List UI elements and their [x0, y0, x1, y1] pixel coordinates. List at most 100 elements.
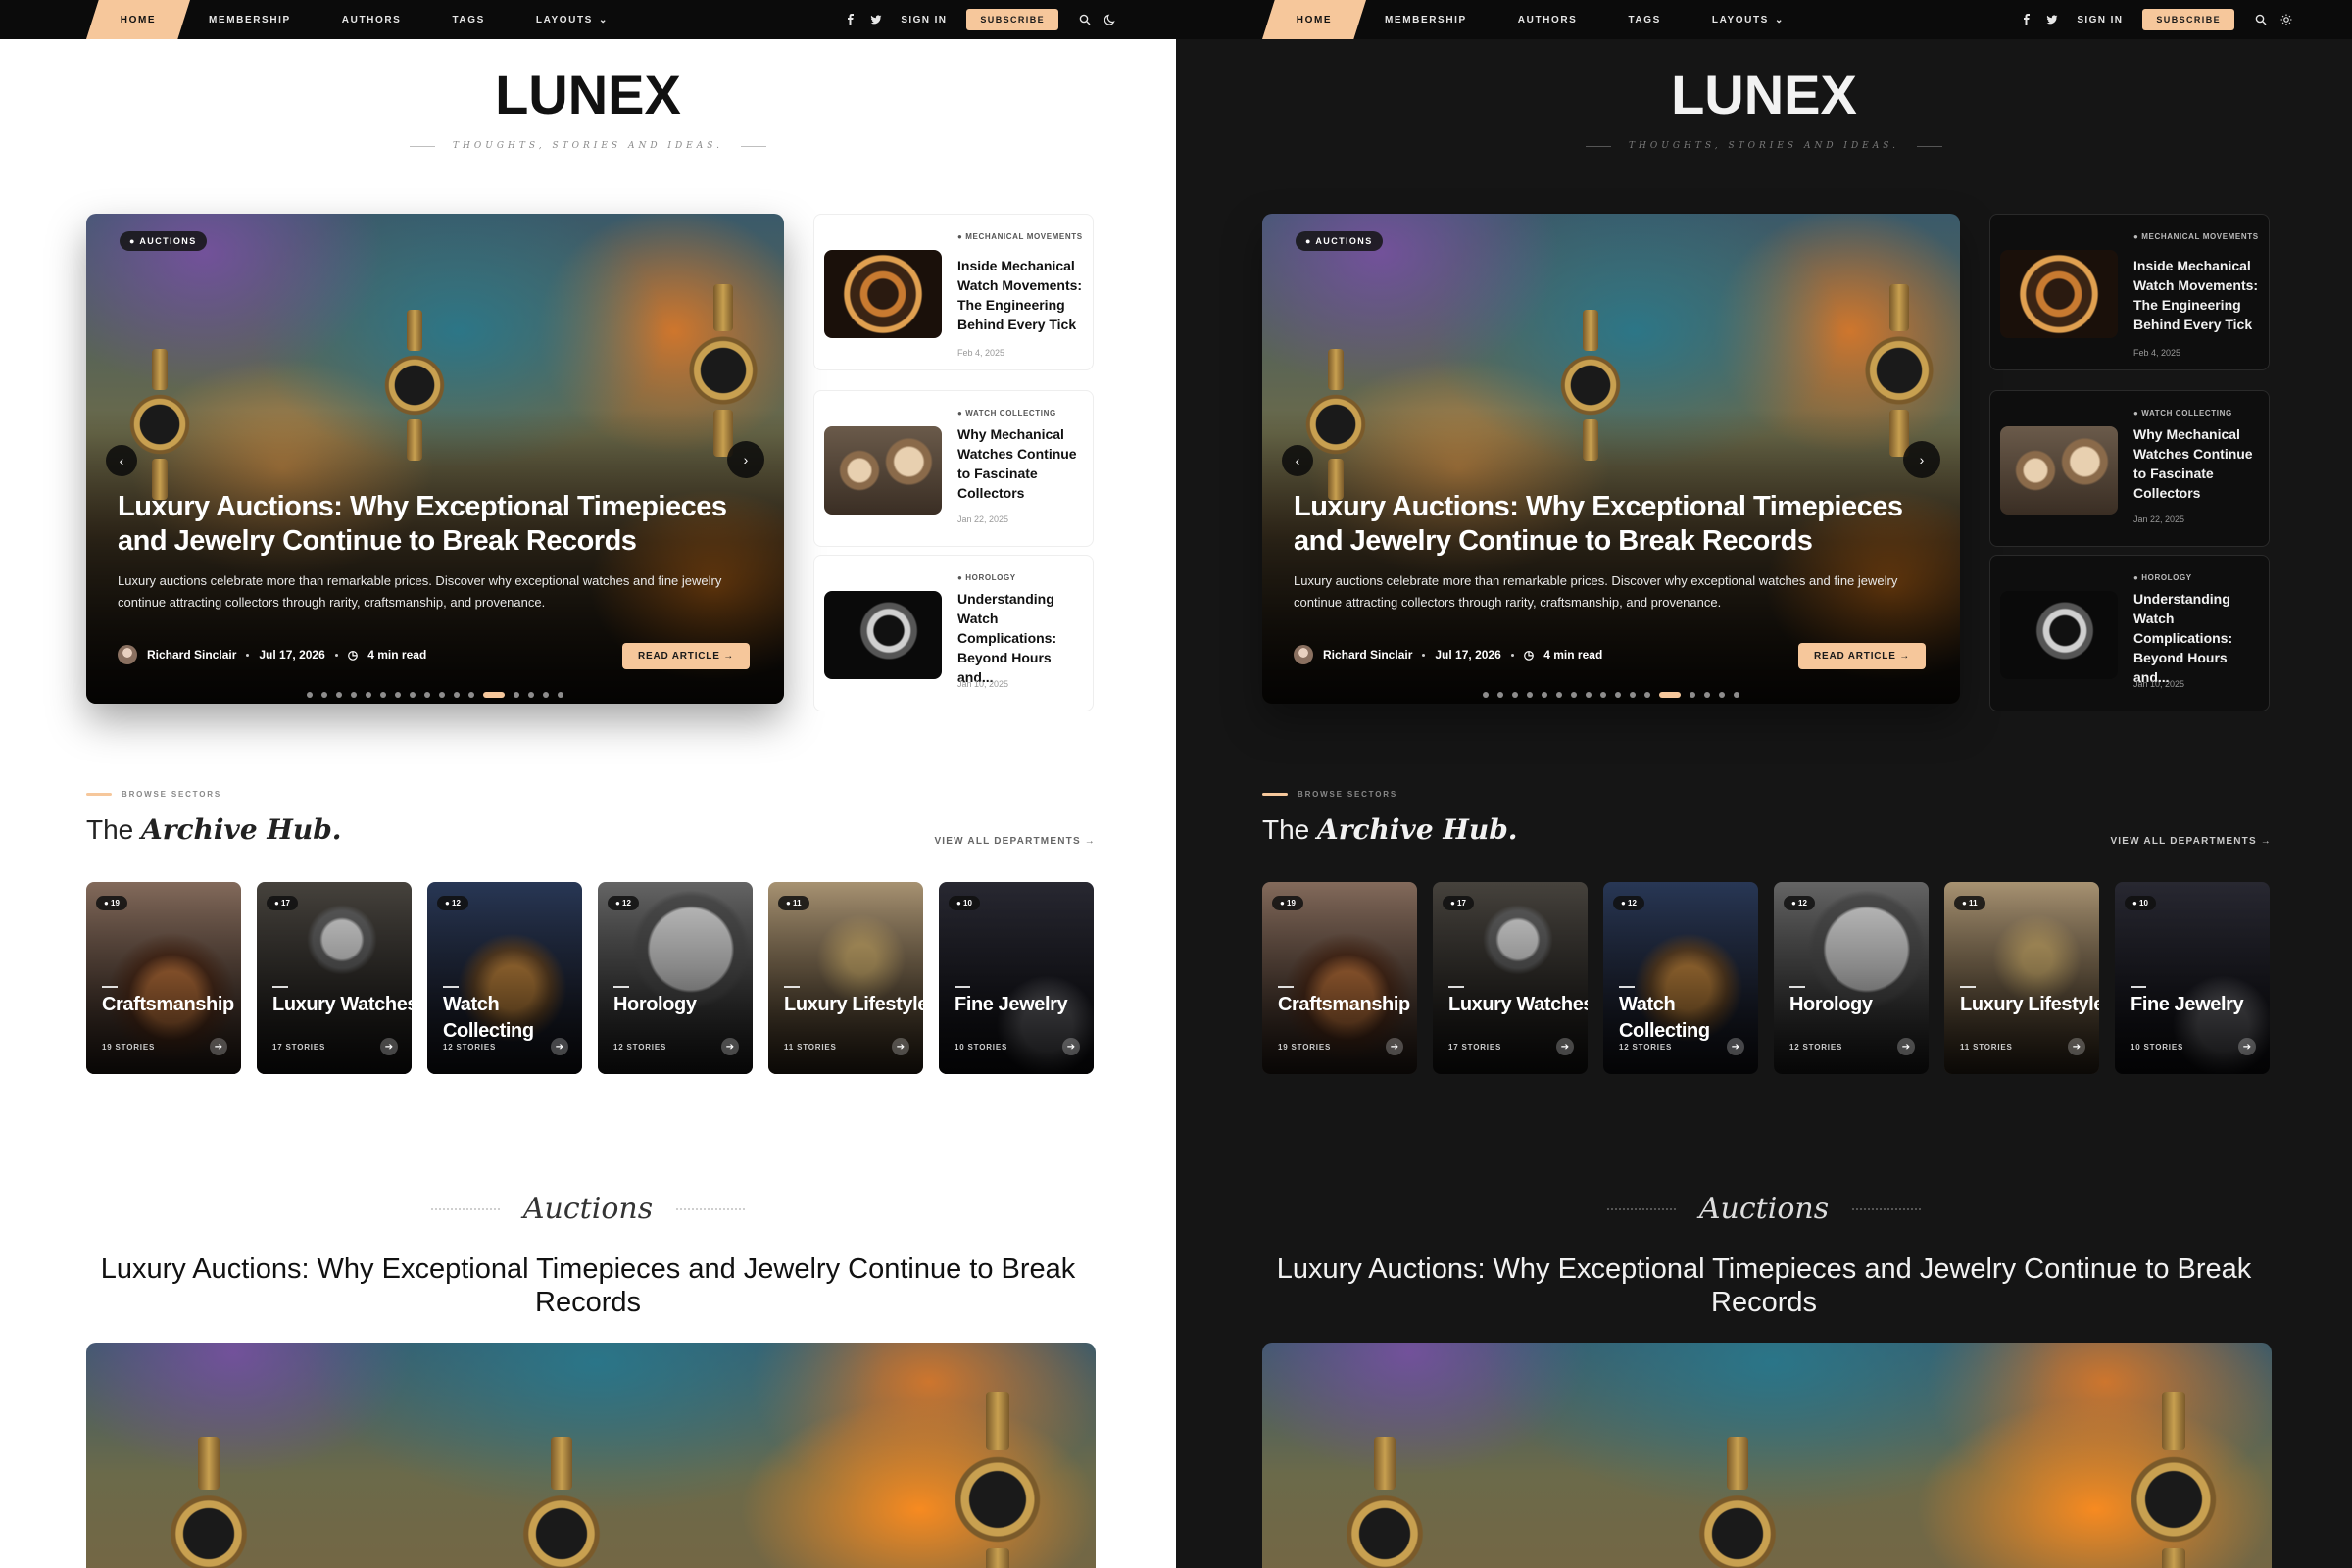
slider-dot[interactable] [366, 692, 371, 698]
slider-dot[interactable] [1600, 692, 1606, 698]
search-icon[interactable] [1078, 13, 1092, 26]
hero-slider[interactable]: ● AUCTIONS ‹ › Luxury Auctions: Why Exce… [1262, 214, 1960, 704]
category-tile[interactable]: ● 12 Watch Collecting 12 STORIES ➔ [427, 882, 582, 1074]
nav-layouts[interactable]: LAYOUTS ⌄ [536, 15, 609, 25]
hero-title[interactable]: Luxury Auctions: Why Exceptional Timepie… [118, 490, 764, 559]
nav-membership[interactable]: MEMBERSHIP [1385, 15, 1467, 25]
read-article-button[interactable]: READ ARTICLE → [622, 643, 751, 669]
featured-post-title[interactable]: Luxury Auctions: Why Exceptional Timepie… [1274, 1252, 2254, 1319]
slider-dot[interactable] [424, 692, 430, 698]
side-post-card[interactable]: ● HOROLOGY Understanding Watch Complicat… [1989, 555, 2270, 711]
subscribe-button[interactable]: SUBSCRIBE [966, 9, 1058, 30]
hero-author[interactable]: Richard Sinclair [1323, 648, 1412, 662]
slider-dot[interactable] [1704, 692, 1710, 698]
slider-dot[interactable] [395, 692, 401, 698]
subscribe-button[interactable]: SUBSCRIBE [2142, 9, 2234, 30]
slider-dot[interactable] [1586, 692, 1592, 698]
nav-authors[interactable]: AUTHORS [342, 15, 402, 25]
prev-slide-button[interactable]: ‹ [1282, 445, 1313, 476]
post-title[interactable]: Understanding Watch Complications: Beyon… [2133, 589, 2263, 687]
slider-dot[interactable] [439, 692, 445, 698]
side-post-card[interactable]: ● HOROLOGY Understanding Watch Complicat… [813, 555, 1094, 711]
nav-home[interactable]: HOME [86, 0, 190, 39]
slider-dot[interactable] [1659, 692, 1681, 698]
slider-dot[interactable] [543, 692, 549, 698]
tile-name[interactable]: Luxury Watches [272, 992, 412, 1018]
post-thumbnail[interactable] [2000, 250, 2118, 338]
post-title[interactable]: Why Mechanical Watches Continue to Fasci… [2133, 424, 2263, 503]
avatar[interactable] [118, 645, 137, 664]
arrow-right-icon[interactable]: ➔ [210, 1038, 227, 1055]
category-tile[interactable]: ● 10 Fine Jewelry 10 STORIES ➔ [2115, 882, 2270, 1074]
side-post-card[interactable]: ● WATCH COLLECTING Why Mechanical Watche… [813, 390, 1094, 547]
hero-author[interactable]: Richard Sinclair [147, 648, 236, 662]
arrow-right-icon[interactable]: ➔ [1897, 1038, 1915, 1055]
tile-name[interactable]: Fine Jewelry [2131, 992, 2270, 1018]
slider-dot[interactable] [514, 692, 519, 698]
slider-dot[interactable] [351, 692, 357, 698]
nav-tags[interactable]: TAGS [1628, 15, 1660, 25]
post-thumbnail[interactable] [2000, 591, 2118, 679]
slider-dot[interactable] [1483, 692, 1489, 698]
category-tile[interactable]: ● 11 Luxury Lifestyle 11 STORIES ➔ [1944, 882, 2099, 1074]
category-tile[interactable]: ● 11 Luxury Lifestyle 11 STORIES ➔ [768, 882, 923, 1074]
facebook-icon[interactable] [2020, 13, 2034, 26]
nav-authors[interactable]: AUTHORS [1518, 15, 1578, 25]
category-tile[interactable]: ● 12 Horology 12 STORIES ➔ [598, 882, 753, 1074]
post-category[interactable]: ● HOROLOGY [2133, 573, 2261, 583]
site-logo[interactable]: LUNEX [0, 63, 1176, 126]
read-article-button[interactable]: READ ARTICLE → [1798, 643, 1927, 669]
category-tile[interactable]: ● 19 Craftsmanship 19 STORIES ➔ [86, 882, 241, 1074]
post-category[interactable]: ● MECHANICAL MOVEMENTS [957, 232, 1085, 242]
next-slide-button[interactable]: › [1903, 441, 1940, 478]
view-all-departments-link[interactable]: VIEW ALL DEPARTMENTS → [934, 836, 1096, 847]
tile-name[interactable]: Watch Collecting [443, 992, 582, 1045]
arrow-right-icon[interactable]: ➔ [1386, 1038, 1403, 1055]
tile-name[interactable]: Craftsmanship [102, 992, 241, 1018]
slider-dot[interactable] [1630, 692, 1636, 698]
post-thumbnail[interactable] [824, 426, 942, 514]
arrow-right-icon[interactable]: ➔ [721, 1038, 739, 1055]
slider-dot[interactable] [454, 692, 460, 698]
nav-home[interactable]: HOME [1262, 0, 1366, 39]
tile-name[interactable]: Luxury Lifestyle [1960, 992, 2099, 1018]
slider-dot[interactable] [307, 692, 313, 698]
post-category[interactable]: ● HOROLOGY [957, 573, 1085, 583]
slider-dot[interactable] [1512, 692, 1518, 698]
category-tile[interactable]: ● 19 Craftsmanship 19 STORIES ➔ [1262, 882, 1417, 1074]
post-title[interactable]: Understanding Watch Complications: Beyon… [957, 589, 1087, 687]
next-slide-button[interactable]: › [727, 441, 764, 478]
slider-dot[interactable] [1497, 692, 1503, 698]
view-all-departments-link[interactable]: VIEW ALL DEPARTMENTS → [2110, 836, 2272, 847]
post-thumbnail[interactable] [824, 591, 942, 679]
sign-in-link[interactable]: SIGN IN [2077, 15, 2123, 25]
post-category[interactable]: ● WATCH COLLECTING [2133, 409, 2261, 418]
slider-dot[interactable] [1690, 692, 1695, 698]
slider-dot[interactable] [528, 692, 534, 698]
slider-dot[interactable] [380, 692, 386, 698]
post-title[interactable]: Inside Mechanical Watch Movements: The E… [2133, 256, 2263, 334]
slider-dot[interactable] [1527, 692, 1533, 698]
arrow-right-icon[interactable]: ➔ [380, 1038, 398, 1055]
tile-name[interactable]: Horology [613, 992, 753, 1018]
tile-name[interactable]: Fine Jewelry [955, 992, 1094, 1018]
hero-slider[interactable]: ● AUCTIONS ‹ › Luxury Auctions: Why Exce… [86, 214, 784, 704]
slider-dot[interactable] [321, 692, 327, 698]
post-title[interactable]: Inside Mechanical Watch Movements: The E… [957, 256, 1087, 334]
site-logo[interactable]: LUNEX [1176, 63, 2352, 126]
post-title[interactable]: Why Mechanical Watches Continue to Fasci… [957, 424, 1087, 503]
slider-dot[interactable] [1734, 692, 1740, 698]
post-category[interactable]: ● WATCH COLLECTING [957, 409, 1085, 418]
hero-category-badge[interactable]: ● AUCTIONS [120, 231, 207, 251]
twitter-icon[interactable] [2045, 13, 2059, 26]
tile-name[interactable]: Luxury Lifestyle [784, 992, 923, 1018]
slider-dot[interactable] [1556, 692, 1562, 698]
slider-dot[interactable] [410, 692, 416, 698]
tile-name[interactable]: Craftsmanship [1278, 992, 1417, 1018]
tile-name[interactable]: Watch Collecting [1619, 992, 1758, 1045]
facebook-icon[interactable] [844, 13, 858, 26]
slider-dot[interactable] [483, 692, 505, 698]
section-label[interactable]: Auctions [523, 1192, 653, 1226]
category-tile[interactable]: ● 17 Luxury Watches 17 STORIES ➔ [1433, 882, 1588, 1074]
sign-in-link[interactable]: SIGN IN [901, 15, 947, 25]
